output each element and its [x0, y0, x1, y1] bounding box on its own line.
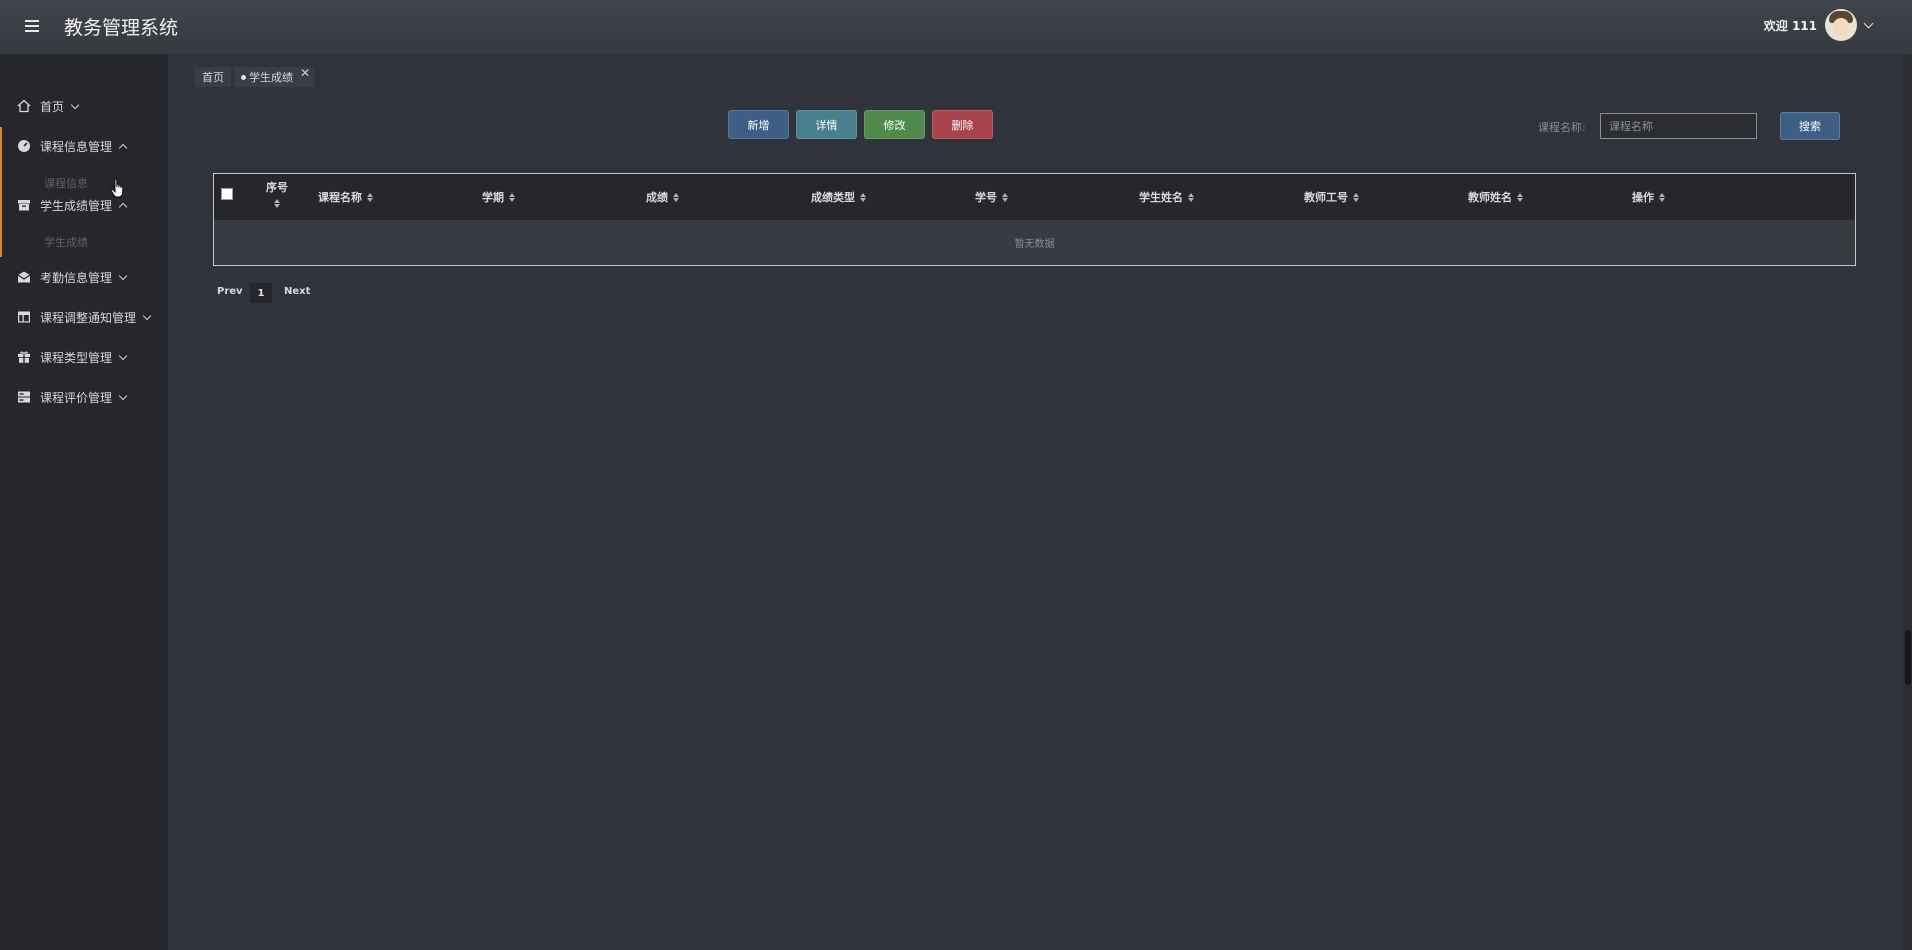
- sidebar-item-attendance[interactable]: 考勤信息管理: [0, 263, 168, 291]
- sidebar-item-label: 课程信息管理: [40, 139, 113, 154]
- sort-icon: [1188, 192, 1194, 202]
- sort-icon: [274, 199, 280, 208]
- sort-icon: [1353, 192, 1359, 202]
- top-header: 教务管理系统 欢迎 111: [0, 0, 1912, 54]
- sort-icon: [509, 192, 515, 202]
- table-header: 序号 课程名称 学期 成绩 成绩类型 学号 学生姓名 教师工号 教师姓名 操作: [214, 174, 1855, 220]
- dashboard-icon: [17, 139, 31, 153]
- chevron-down-icon: [118, 391, 128, 400]
- sidebar-item-label: 课程调整通知管理: [40, 310, 137, 325]
- sidebar-item-course-type[interactable]: 课程类型管理: [0, 343, 168, 371]
- column-header-score[interactable]: 成绩: [646, 174, 679, 220]
- sort-icon: [1002, 192, 1008, 202]
- hand-cursor-icon: [110, 178, 124, 198]
- scrollbar-thumb[interactable]: [1905, 630, 1911, 685]
- sort-icon: [1659, 192, 1665, 202]
- menu-toggle-icon[interactable]: [22, 16, 42, 36]
- empty-state-text: 暂无数据: [1014, 239, 1055, 250]
- sidebar-item-home[interactable]: 首页: [0, 92, 168, 120]
- chevron-down-icon: [118, 271, 128, 280]
- sidebar-item-label: 课程评价管理: [40, 390, 113, 405]
- archive-icon: [17, 198, 31, 212]
- envelope-icon: [17, 270, 31, 284]
- layout-icon: [17, 310, 31, 324]
- avatar[interactable]: [1825, 9, 1857, 41]
- sidebar-item-label: 首页: [40, 99, 65, 114]
- tab-label: 首页: [202, 71, 224, 84]
- app-title: 教务管理系统: [64, 17, 179, 39]
- chevron-down-icon[interactable]: [1863, 18, 1874, 28]
- sort-icon: [673, 192, 679, 202]
- sort-icon: [367, 192, 373, 202]
- column-header-course-name[interactable]: 课程名称: [318, 174, 373, 220]
- sidebar-item-label: 考勤信息管理: [40, 270, 113, 285]
- sidebar-item-student-grades[interactable]: 学生成绩管理: [0, 191, 168, 219]
- home-icon: [17, 99, 31, 113]
- delete-button[interactable]: 删除: [932, 110, 993, 139]
- select-all-checkbox[interactable]: [221, 188, 233, 200]
- chevron-down-icon: [142, 311, 152, 320]
- column-header-semester[interactable]: 学期: [482, 174, 515, 220]
- column-header-teacher-name[interactable]: 教师姓名: [1468, 174, 1523, 220]
- sidebar-item-course-evaluation[interactable]: 课程评价管理: [0, 383, 168, 411]
- page-number-button[interactable]: 1: [250, 283, 272, 303]
- column-header-actions[interactable]: 操作: [1632, 174, 1665, 220]
- gift-icon: [17, 350, 31, 364]
- user-menu[interactable]: 欢迎 111: [1763, 9, 1874, 41]
- sidebar-item-course-info[interactable]: 课程信息管理: [0, 132, 168, 160]
- sort-icon: [860, 192, 866, 202]
- sidebar-subitem-student-grades[interactable]: 学生成绩: [44, 234, 88, 250]
- welcome-text: 欢迎 111: [1763, 18, 1817, 33]
- column-header-score-type[interactable]: 成绩类型: [811, 174, 866, 220]
- add-button[interactable]: 新增: [728, 110, 789, 139]
- detail-button[interactable]: 详情: [796, 110, 857, 139]
- sidebar-subitem-course-info[interactable]: 课程信息: [44, 175, 88, 191]
- sort-icon: [1517, 192, 1523, 202]
- chevron-down-icon: [118, 351, 128, 360]
- chevron-down-icon: [70, 100, 80, 109]
- prev-page-button[interactable]: Prev: [217, 286, 243, 297]
- chevron-up-icon: [118, 202, 128, 211]
- column-header-seq[interactable]: 序号: [262, 179, 292, 208]
- active-dot-icon: [241, 74, 246, 80]
- grades-table: 序号 课程名称 学期 成绩 成绩类型 学号 学生姓名 教师工号 教师姓名 操作 …: [213, 173, 1856, 266]
- close-icon[interactable]: ✕: [300, 66, 310, 80]
- sidebar-item-label: 学生成绩管理: [40, 198, 113, 213]
- edit-button[interactable]: 修改: [864, 110, 925, 139]
- column-header-teacher-id[interactable]: 教师工号: [1304, 174, 1359, 220]
- tab-label: 学生成绩: [249, 71, 293, 84]
- table-body: 暂无数据: [214, 220, 1855, 265]
- server-icon: [17, 390, 31, 404]
- chevron-up-icon: [118, 143, 128, 152]
- course-name-search-input[interactable]: [1600, 113, 1757, 139]
- search-label: 课程名称:: [1538, 121, 1586, 134]
- column-header-student-id[interactable]: 学号: [975, 174, 1008, 220]
- sidebar-item-course-adjustment[interactable]: 课程调整通知管理: [0, 303, 168, 331]
- next-page-button[interactable]: Next: [284, 286, 310, 297]
- tab-home[interactable]: 首页: [195, 67, 231, 87]
- page-scrollbar[interactable]: [1902, 54, 1912, 950]
- column-header-student-name[interactable]: 学生姓名: [1139, 174, 1194, 220]
- search-button[interactable]: 搜索: [1780, 112, 1840, 140]
- sidebar-item-label: 课程类型管理: [40, 350, 113, 365]
